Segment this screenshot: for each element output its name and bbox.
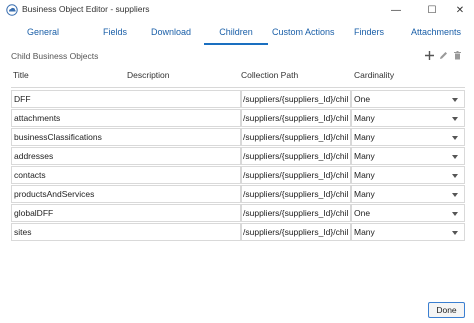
table-row[interactable]: attachments /suppliers/{suppliers_Id}/ch… xyxy=(11,109,465,127)
cardinality-value: One xyxy=(354,94,371,104)
row-path[interactable]: /suppliers/{suppliers_Id}/chil xyxy=(241,147,351,165)
trash-icon[interactable] xyxy=(451,49,463,61)
close-button[interactable]: ✕ xyxy=(446,2,474,18)
table-row[interactable]: globalDFF /suppliers/{suppliers_Id}/chil… xyxy=(11,204,465,222)
section-title: Child Business Objects xyxy=(11,51,99,61)
chevron-down-icon xyxy=(452,136,458,140)
chevron-down-icon xyxy=(452,212,458,216)
table-row[interactable]: addresses /suppliers/{suppliers_Id}/chil… xyxy=(11,147,465,165)
row-title[interactable]: DFF xyxy=(11,90,241,108)
cardinality-value: Many xyxy=(354,170,375,180)
cardinality-value: Many xyxy=(354,113,375,123)
tab-download[interactable]: Download xyxy=(148,27,194,45)
table-row[interactable]: DFF /suppliers/{suppliers_Id}/chil One xyxy=(11,90,465,108)
cardinality-select[interactable]: Many xyxy=(351,185,465,203)
tab-children[interactable]: Children xyxy=(204,27,268,45)
table-row[interactable]: productsAndServices /suppliers/{supplier… xyxy=(11,185,465,203)
table-row[interactable]: businessClassifications /suppliers/{supp… xyxy=(11,128,465,146)
row-path[interactable]: /suppliers/{suppliers_Id}/chil xyxy=(241,90,351,108)
title-bar: Business Object Editor - suppliers — ☐ ✕ xyxy=(0,0,474,20)
cardinality-value: Many xyxy=(354,151,375,161)
header-collection-path: Collection Path xyxy=(241,70,299,80)
table-row[interactable]: contacts /suppliers/{suppliers_Id}/chil … xyxy=(11,166,465,184)
cardinality-select[interactable]: Many xyxy=(351,147,465,165)
row-title[interactable]: contacts xyxy=(11,166,241,184)
cardinality-value: One xyxy=(354,208,371,218)
header-cardinality: Cardinality xyxy=(354,70,395,80)
chevron-down-icon xyxy=(452,155,458,159)
row-path[interactable]: /suppliers/{suppliers_Id}/chil xyxy=(241,166,351,184)
chevron-down-icon xyxy=(452,193,458,197)
header-description: Description xyxy=(127,70,170,80)
tab-attachments[interactable]: Attachments xyxy=(408,27,464,45)
row-title[interactable]: businessClassifications xyxy=(11,128,241,146)
cardinality-value: Many xyxy=(354,189,375,199)
row-title[interactable]: globalDFF xyxy=(11,204,241,222)
row-title[interactable]: sites xyxy=(11,223,241,241)
cardinality-value: Many xyxy=(354,132,375,142)
header-divider xyxy=(11,87,465,88)
header-title: Title xyxy=(13,70,29,80)
window-title: Business Object Editor - suppliers xyxy=(22,4,150,14)
chevron-down-icon xyxy=(452,174,458,178)
row-title[interactable]: attachments xyxy=(11,109,241,127)
cardinality-value: Many xyxy=(354,227,375,237)
cardinality-select[interactable]: Many xyxy=(351,223,465,241)
maximize-button[interactable]: ☐ xyxy=(418,2,446,18)
cardinality-select[interactable]: Many xyxy=(351,109,465,127)
done-button[interactable]: Done xyxy=(428,302,465,318)
cardinality-select[interactable]: Many xyxy=(351,128,465,146)
pencil-icon[interactable] xyxy=(437,49,449,61)
tab-bar: General Fields Download Children Custom … xyxy=(0,27,474,47)
cardinality-select[interactable]: One xyxy=(351,90,465,108)
tab-finders[interactable]: Finders xyxy=(352,27,386,45)
table-row[interactable]: sites /suppliers/{suppliers_Id}/chil Man… xyxy=(11,223,465,241)
cardinality-select[interactable]: One xyxy=(351,204,465,222)
tab-fields[interactable]: Fields xyxy=(98,27,132,45)
chevron-down-icon xyxy=(452,98,458,102)
row-title[interactable]: addresses xyxy=(11,147,241,165)
tab-general[interactable]: General xyxy=(23,27,63,45)
chevron-down-icon xyxy=(452,231,458,235)
row-path[interactable]: /suppliers/{suppliers_Id}/chil xyxy=(241,109,351,127)
tab-custom-actions[interactable]: Custom Actions xyxy=(272,27,335,45)
row-path[interactable]: /suppliers/{suppliers_Id}/chil xyxy=(241,128,351,146)
plus-icon[interactable] xyxy=(423,49,435,61)
cardinality-select[interactable]: Many xyxy=(351,166,465,184)
row-title[interactable]: productsAndServices xyxy=(11,185,241,203)
row-path[interactable]: /suppliers/{suppliers_Id}/chil xyxy=(241,185,351,203)
row-path[interactable]: /suppliers/{suppliers_Id}/chil xyxy=(241,204,351,222)
app-cloud-icon xyxy=(6,4,18,16)
minimize-button[interactable]: — xyxy=(382,2,410,18)
row-path[interactable]: /suppliers/{suppliers_Id}/chil xyxy=(241,223,351,241)
chevron-down-icon xyxy=(452,117,458,121)
